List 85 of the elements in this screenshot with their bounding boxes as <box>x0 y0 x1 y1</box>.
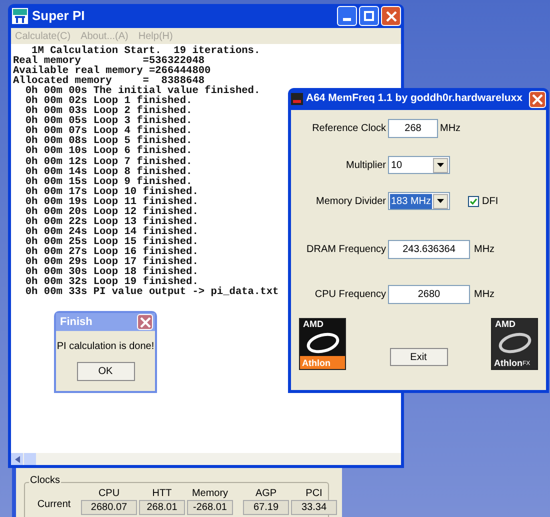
cpu-frequency-field[interactable]: 2680 <box>388 285 470 304</box>
ring-icon <box>498 332 532 354</box>
dropdown-arrow-button[interactable] <box>433 194 448 208</box>
app-icon <box>12 8 28 24</box>
check-icon <box>470 198 477 204</box>
field-label: Reference Clock <box>311 122 387 136</box>
row-label: Current <box>36 498 72 512</box>
dialog-title: Finish <box>60 314 92 330</box>
field-label: CPU Frequency <box>314 288 387 302</box>
field-label: DRAM Frequency <box>306 243 387 257</box>
app-icon <box>291 93 303 105</box>
maximize-icon <box>364 11 374 21</box>
log-line: 0h 00m 20s Loop 12 finished. <box>24 206 198 217</box>
unit-label: MHz <box>440 122 461 136</box>
column-heading: CPU <box>98 487 120 500</box>
ok-button[interactable]: OK <box>76 362 134 381</box>
memory-divider-dropdown[interactable]: 183 MHz <box>388 192 450 210</box>
log-line: 0h 00m 05s Loop 3 finished. <box>24 116 192 126</box>
log-line: 1M Calculation Start. 19 iterations. <box>32 46 260 56</box>
log-line: 0h 00m 00s The initial value finished. <box>24 86 260 96</box>
log-line: Available real memory =266444800 <box>13 66 211 76</box>
clock-value: 67.19 <box>243 500 289 515</box>
clock-value: 2680.07 <box>81 500 137 515</box>
dram-frequency-field[interactable]: 243.636364 <box>388 240 470 259</box>
log-line: 0h 00m 24s Loop 14 finished. <box>24 226 198 237</box>
log-line: 0h 00m 19s Loop 11 finished. <box>24 196 198 207</box>
multiplier-dropdown[interactable]: 10 <box>388 156 450 174</box>
column-heading: HTT <box>152 487 172 500</box>
logo-brand-text: AMD <box>494 319 516 330</box>
log-line: 0h 00m 10s Loop 6 finished. <box>24 146 192 157</box>
scroll-thumb[interactable] <box>24 453 36 465</box>
exit-button[interactable]: Exit <box>390 348 448 366</box>
dropdown-arrow-button[interactable] <box>433 158 448 172</box>
log-line: 0h 00m 25s Loop 15 finished. <box>24 236 198 247</box>
dfi-checkbox[interactable] <box>468 196 479 206</box>
window-title: A64 MemFreq 1.1 by goddh0r.hardwareluxx <box>306 91 522 106</box>
column-heading: AGP <box>255 487 277 500</box>
log-line: 0h 00m 07s Loop 4 finished. <box>24 126 192 136</box>
caret-icon <box>437 199 444 203</box>
log-line: 0h 00m 29s Loop 17 finished. <box>24 256 198 268</box>
log-line: 0h 00m 15s Loop 9 finished. <box>24 176 192 187</box>
dropdown-value: 183 MHz <box>390 194 432 208</box>
log-line: 0h 00m 22s Loop 13 finished. <box>24 216 198 227</box>
log-line: 0h 00m 32s Loop 19 finished. <box>24 277 198 288</box>
log-line: 0h 00m 12s Loop 7 finished. <box>24 156 192 167</box>
log-line: 0h 00m 27s Loop 16 finished. <box>24 246 198 257</box>
caret-icon <box>437 163 444 167</box>
field-label: Multiplier <box>344 158 387 172</box>
checkbox-label: DFI <box>482 194 498 208</box>
dropdown-value: 10 <box>391 158 402 172</box>
ring-icon <box>306 332 340 354</box>
log-line: 0h 00m 30s Loop 18 finished. <box>24 267 198 278</box>
close-icon <box>386 10 396 22</box>
clock-value: 33.34 <box>291 500 337 515</box>
logo-model-text: Athlon <box>302 357 330 369</box>
close-button[interactable] <box>381 6 401 26</box>
unit-label: MHz <box>474 288 495 302</box>
column-heading: Memory <box>192 487 228 500</box>
left-arrow-icon <box>14 456 20 462</box>
close-icon <box>532 94 543 104</box>
log-line: 0h 00m 33s PI value output -> pi_data.txt <box>24 287 279 298</box>
log-line: 0h 00m 17s Loop 10 finished. <box>24 186 198 197</box>
scroll-left-button[interactable] <box>11 453 23 465</box>
log-line: Allocated memory = 8388648 <box>13 76 205 86</box>
log-line: 0h 00m 08s Loop 5 finished. <box>24 136 192 146</box>
maximize-button[interactable] <box>359 6 379 26</box>
minimize-icon <box>343 18 351 21</box>
minimize-button[interactable] <box>337 6 357 26</box>
reference-clock-field[interactable]: 268 <box>388 119 438 138</box>
close-button[interactable] <box>137 314 153 330</box>
logo-model-text: Athlon <box>494 357 522 369</box>
field-label: Memory Divider <box>314 194 387 208</box>
log-line: 0h 00m 03s Loop 2 finished. <box>24 106 192 116</box>
log-line: 0h 00m 14s Loop 8 finished. <box>24 166 192 177</box>
close-icon <box>140 316 150 328</box>
unit-label: MHz <box>474 243 495 257</box>
log-line: 0h 00m 02s Loop 1 finished. <box>24 96 192 106</box>
logo-brand-text: AMD <box>302 319 324 330</box>
window-title: Super PI <box>32 7 85 26</box>
close-button[interactable] <box>529 90 546 108</box>
dialog-message: PI calculation is done! <box>56 340 155 354</box>
clock-value: -268.01 <box>187 500 233 515</box>
column-heading: PCI <box>306 487 322 500</box>
clock-value: 268.01 <box>139 500 185 515</box>
log-line: Real memory =536322048 <box>13 56 205 66</box>
